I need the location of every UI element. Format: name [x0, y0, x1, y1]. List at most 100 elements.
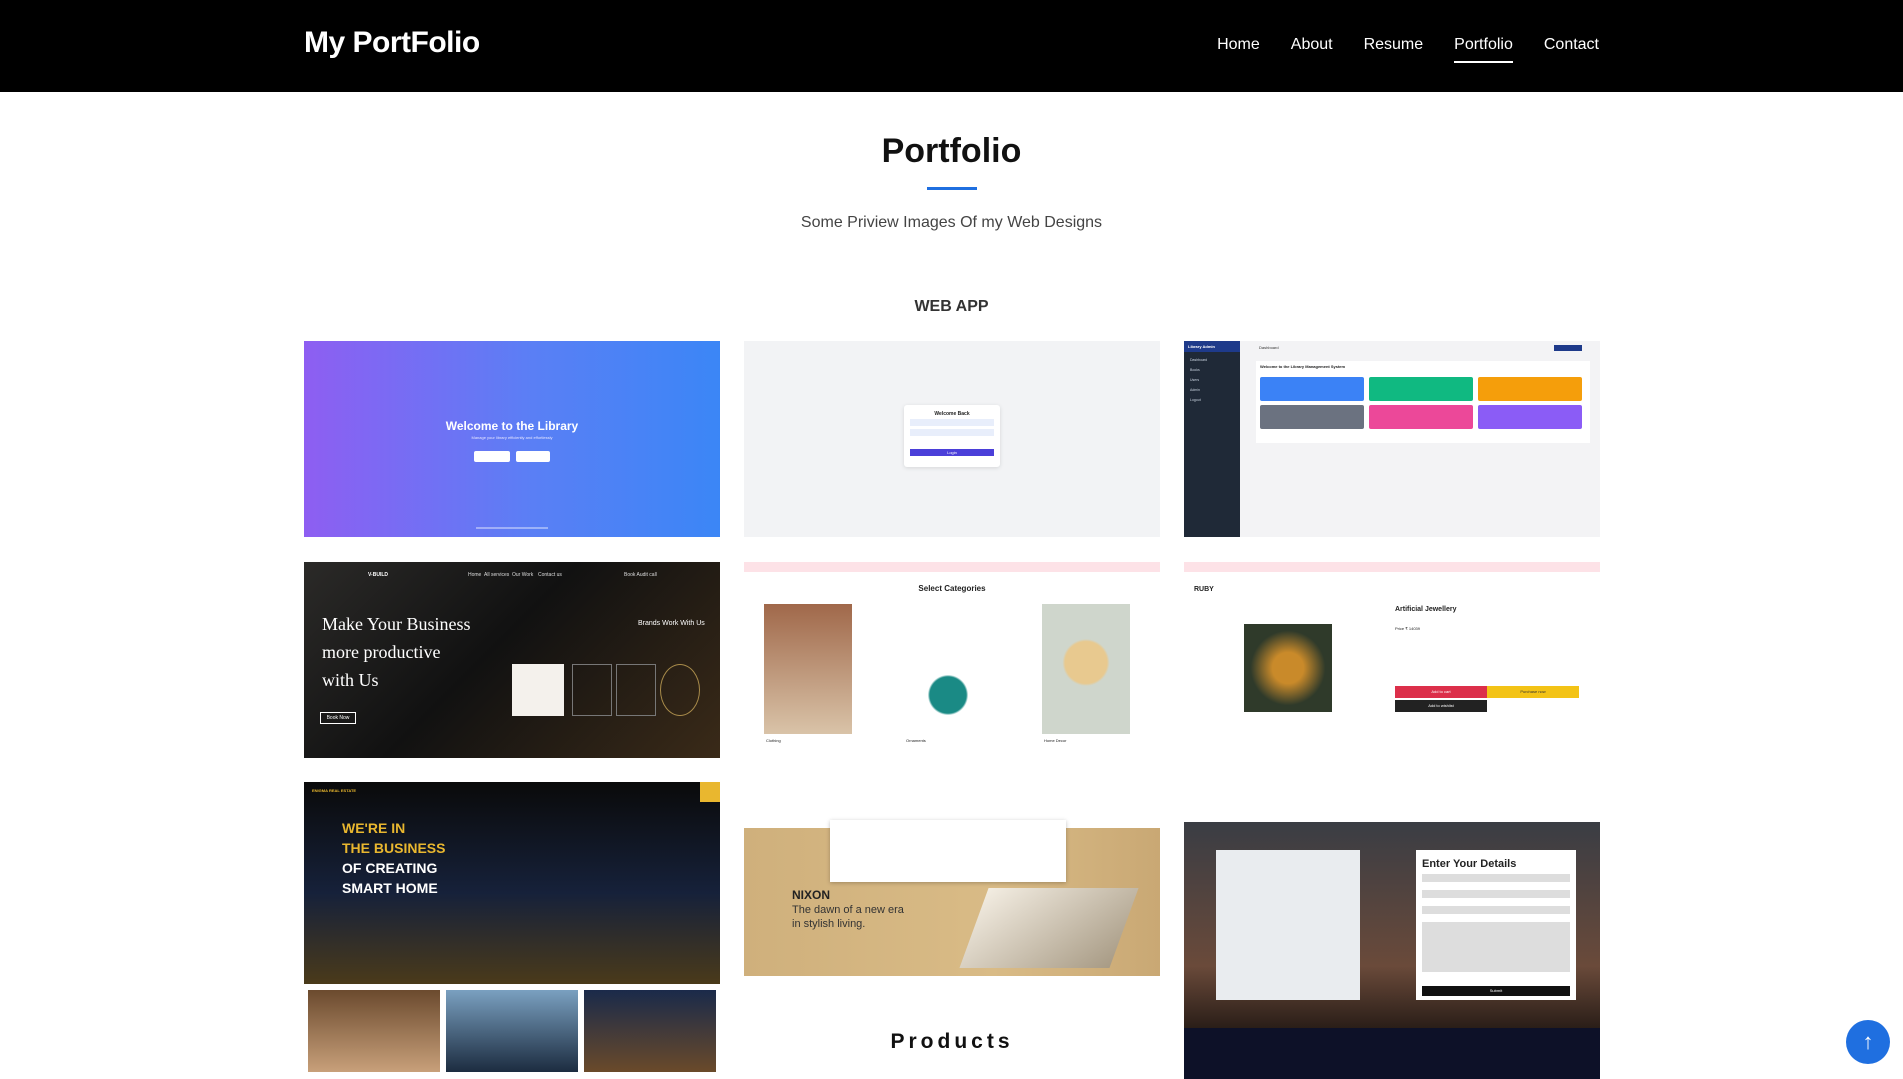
portfolio-card-library-landing[interactable]: Welcome to the Library Manage your libra… [304, 341, 720, 537]
vbuild-logo: V-BUILD [368, 572, 388, 578]
nav-home[interactable]: Home [1217, 36, 1260, 63]
portfolio-card-admin[interactable]: Library Admin Dashboard Books Users Admi… [1184, 341, 1600, 537]
contact-field [1422, 874, 1570, 882]
admin-side-item: Dashboard [1190, 358, 1208, 362]
realestate-thumb-2 [446, 990, 578, 1072]
brand-logo-4 [660, 664, 700, 716]
contact-hero: Enter Your Details Submit [1184, 822, 1600, 1028]
portfolio-card-vbuild[interactable]: V-BUILD Home All services Our Work Conta… [304, 562, 720, 758]
contact-map [1216, 850, 1360, 1000]
contact-message [1422, 922, 1570, 972]
category-image-ornaments [904, 604, 992, 734]
vbuild-headline: with Us [322, 670, 379, 690]
realestate-brand: ENIGMA REAL ESTATE [312, 788, 357, 793]
admin-panel: Welcome to the Library Management System [1256, 361, 1590, 443]
admin-side-item: Logout [1190, 398, 1201, 402]
admin-stat-card [1369, 377, 1473, 401]
login-button: Login [910, 449, 994, 456]
portfolio-card-login[interactable]: Welcome Back Login [744, 341, 1160, 537]
contact-submit: Submit [1422, 986, 1570, 996]
brand-logo-2 [572, 664, 612, 716]
product-name: RUBY [1194, 586, 1214, 593]
contact-form: Enter Your Details Submit [1416, 850, 1576, 1000]
nixon-dropdown-menu [830, 820, 1066, 882]
admin-stat-card [1478, 377, 1582, 401]
category-label: Home Decor [1044, 738, 1067, 743]
vbuild-nav: Home [468, 572, 482, 578]
portfolio-card-product[interactable]: RUBY Artificial Jewellery Price ₹ 14039 … [1184, 562, 1600, 776]
contact-field [1422, 890, 1570, 898]
section-title: Portfolio [881, 132, 1022, 170]
top-navbar: My PortFolio Home About Resume Portfolio… [0, 0, 1903, 92]
nav-portfolio[interactable]: Portfolio [1454, 36, 1513, 63]
admin-stat-card [1260, 377, 1364, 401]
admin-sidebar: Library Admin Dashboard Books Users Admi… [1184, 341, 1240, 537]
category-image-home-decor [1042, 604, 1130, 734]
portfolio-card-categories[interactable]: Select Categories Clothing Ornaments Hom… [744, 562, 1160, 776]
vbuild-headline: Make Your Business [322, 614, 471, 634]
scroll-top-button[interactable]: ↑ [1846, 1020, 1890, 1064]
wishlist-button: Add to wishlist [1395, 700, 1487, 712]
site-brand[interactable]: My PortFolio [304, 26, 480, 60]
library-tagline: Manage your library efficiently and effo… [471, 435, 553, 440]
nixon-brand: NIXON [792, 888, 831, 902]
portfolio-card-contact[interactable]: Enter Your Details Submit [1184, 796, 1600, 1079]
section-subtitle: Some Priview Images Of my Web Designs [800, 214, 1103, 231]
portfolio-card-realestate[interactable]: ENIGMA REAL ESTATE WE'RE IN THE BUSINESS… [304, 782, 720, 1079]
admin-side-item: Books [1190, 368, 1200, 372]
vbuild-book: Book Audit call [624, 572, 657, 578]
admin-welcome: Welcome to the Library Management System [1260, 364, 1346, 369]
realestate-headline: OF CREATING [342, 860, 438, 876]
admin-page-title: Dashboard [1259, 345, 1279, 350]
library-heading: Welcome to the Library [445, 419, 579, 433]
admin-sidebar-title: Library Admin [1184, 341, 1240, 352]
login-username [910, 419, 994, 426]
filter-web-app[interactable]: WEB APP [0, 298, 1903, 316]
product-topbar [1184, 562, 1600, 572]
login-password [910, 429, 994, 436]
realestate-headline: THE BUSINESS [342, 840, 446, 856]
product-image [1244, 624, 1332, 712]
nav-menu: Home About Resume Portfolio Contact [1217, 36, 1599, 63]
admin-logout [1554, 345, 1582, 351]
title-underline [927, 187, 977, 190]
nav-contact[interactable]: Contact [1544, 36, 1599, 63]
realestate-headline: SMART HOME [342, 880, 438, 896]
category-image-clothing [764, 604, 852, 734]
vbuild-cta: Book Now [320, 712, 356, 724]
vbuild-nav: Contact us [538, 572, 562, 578]
vbuild-headline: more productive [322, 642, 441, 662]
contact-field [1422, 906, 1570, 914]
product-price: Price ₹ 14039 [1395, 626, 1421, 631]
vbuild-nav: All services [484, 572, 510, 578]
brand-logo-3 [616, 664, 656, 716]
admin-side-item: Admin [1190, 388, 1200, 392]
nav-resume[interactable]: Resume [1364, 36, 1424, 63]
realestate-menu-icon [700, 782, 720, 802]
library-btn-2 [516, 451, 550, 462]
realestate-hero: ENIGMA REAL ESTATE WE'RE IN THE BUSINESS… [304, 782, 720, 984]
nixon-tagline: The dawn of a new era [792, 904, 904, 916]
category-label: Ornaments [906, 738, 926, 743]
admin-stat-card [1478, 405, 1582, 429]
arrow-up-icon: ↑ [1862, 1029, 1874, 1054]
contact-form-title: Enter Your Details [1422, 858, 1517, 870]
brand-logo-1 [512, 664, 564, 716]
nixon-tagline: in stylish living. [792, 918, 866, 930]
nav-about[interactable]: About [1291, 36, 1333, 63]
vbuild-brands: Brands Work With Us [638, 620, 705, 627]
realestate-thumb-3 [584, 990, 716, 1072]
nixon-product-image [959, 888, 1139, 968]
login-box: Welcome Back Login [904, 405, 1000, 467]
login-heading: Welcome Back [934, 411, 970, 417]
contact-footer [1184, 1028, 1600, 1079]
categories-topbar [744, 562, 1160, 572]
realestate-headline: WE'RE IN [342, 820, 406, 836]
portfolio-card-nixon[interactable]: NIXON The dawn of a new era in stylish l… [744, 800, 1160, 976]
admin-side-item: Users [1190, 378, 1200, 382]
category-label: Clothing [766, 738, 781, 743]
library-btn-1 [474, 451, 510, 462]
realestate-thumb-1 [308, 990, 440, 1072]
products-heading: Products [890, 1030, 1014, 1053]
admin-stat-card [1260, 405, 1364, 429]
